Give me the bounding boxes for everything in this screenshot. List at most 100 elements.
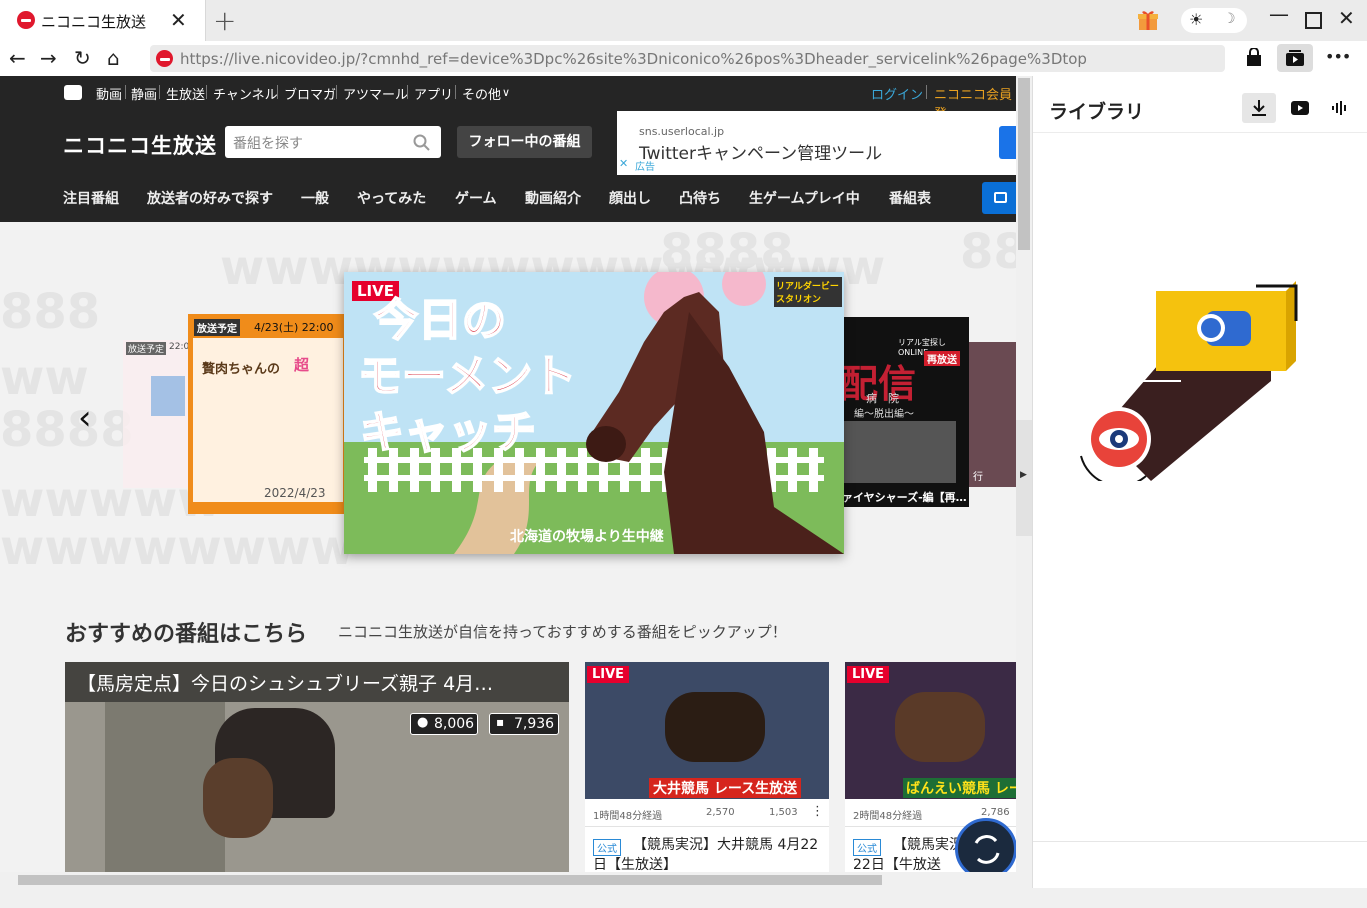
person-icon: ●	[417, 715, 429, 730]
nav-seiga[interactable]: 静画	[131, 84, 157, 103]
elapsed-time: 1時間48分経過	[593, 811, 663, 822]
back-icon[interactable]: ←	[9, 46, 26, 70]
nav-live[interactable]: 生放送	[166, 84, 205, 103]
category-preferences[interactable]: 放送者の好みで探す	[147, 188, 273, 208]
nav-app[interactable]: アプリ	[414, 84, 453, 103]
carousel-card-far-left[interactable]: 放送予定 22:0	[123, 340, 193, 488]
theme-toggle[interactable]: ☀ ☽	[1181, 8, 1247, 33]
carousel-card-center[interactable]: LIVE 今日の モーメント キャッチ リアルダービースタリオン 北海道の牧場よ…	[344, 272, 844, 554]
carousel-card-right[interactable]: リアル宝探しONLINE 再放送 配信 病 院 編～脱出編～ ァイヤシャーズ-編…	[838, 317, 969, 507]
search-input[interactable]: 番組を探す	[225, 126, 441, 158]
watermark: ww	[0, 350, 89, 406]
sidebar-title: ライブラリ	[1049, 101, 1145, 123]
category-totsumachi[interactable]: 凸待ち	[679, 188, 721, 208]
rebroadcast-badge: 再放送	[924, 351, 960, 366]
new-tab-button[interactable]: +	[213, 4, 236, 37]
card-menu-icon[interactable]: ⋮	[811, 804, 824, 819]
nav-douga[interactable]: 動画	[96, 84, 122, 103]
broadcast-button[interactable]	[982, 182, 1016, 214]
fence-picket	[788, 448, 797, 492]
recommend-subheading: ニコニコ生放送が自信を持っておすすめする番組をピックアップ！	[338, 623, 787, 641]
elapsed-time: 2時間48分経過	[853, 811, 923, 822]
download-icon	[1252, 100, 1266, 116]
program-title: 【競馬実況】大井競馬 4月22日【生放送】	[593, 837, 819, 872]
comment-count: 1,503	[769, 807, 798, 818]
watermark: 8888	[0, 402, 134, 458]
category-featured[interactable]: 注目番組	[63, 188, 119, 208]
featured-program-card[interactable]: 【馬房定点】今日のシュシュブリーズ親子 4月… ● 8,006 ▪ 7,936	[65, 662, 569, 872]
video-tab-icon[interactable]	[1291, 101, 1309, 115]
category-schedule[interactable]: 番組表	[889, 188, 931, 208]
recommend-heading: おすすめの番組はこちら	[65, 622, 308, 647]
search-icon[interactable]	[413, 134, 430, 151]
minimize-button[interactable]: —	[1269, 2, 1289, 26]
category-gameplay[interactable]: 生ゲームプレイ中	[749, 188, 860, 208]
tab-title: ニコニコ生放送	[41, 13, 147, 31]
library-toolbar-button[interactable]	[1277, 44, 1313, 72]
nav-blomaga[interactable]: ブロマガ	[284, 84, 336, 103]
home-icon[interactable]: ⌂	[107, 46, 120, 70]
vertical-scrollbar[interactable]: ▶	[1016, 76, 1032, 888]
carousel-prev-button[interactable]: ‹	[78, 398, 92, 438]
card-title: 贅肉ちゃんの	[202, 362, 281, 377]
url-text: https://live.nicovideo.jp/?cmnhd_ref=dev…	[180, 50, 1087, 68]
tab-bar: ニコニコ生放送 ✕ + ☀ ☽ — ✕	[0, 0, 1367, 41]
address-bar[interactable]: https://live.nicovideo.jp/?cmnhd_ref=dev…	[150, 45, 1225, 72]
watermark: wwwwwwww	[0, 520, 355, 576]
moon-icon: ☽	[1223, 11, 1236, 27]
category-general[interactable]: 一般	[301, 188, 329, 208]
login-link[interactable]: ログイン	[871, 84, 923, 103]
sidebar-collapse-handle[interactable]: ▶	[1016, 420, 1032, 536]
scrollbar-thumb[interactable]	[18, 875, 882, 885]
library-empty-illustration	[1080, 281, 1298, 481]
niconico-tv-icon[interactable]	[64, 85, 82, 100]
category-game[interactable]: ゲーム	[455, 188, 497, 208]
ad-arrow-button[interactable]	[999, 126, 1016, 159]
site-logo[interactable]: ニコニコ生放送	[63, 130, 217, 160]
fence-picket	[557, 448, 566, 492]
program-banner: 大井競馬 レース生放送	[649, 778, 802, 798]
schedule-badge: 放送予定	[126, 342, 167, 355]
viewer-count: ● 8,006	[410, 713, 478, 735]
gift-icon[interactable]	[1137, 9, 1159, 31]
following-programs-button[interactable]: フォロー中の番組	[457, 126, 592, 158]
arrow-right-icon: ▶	[1020, 470, 1027, 480]
horizontal-scrollbar[interactable]	[0, 872, 1016, 888]
ad-close-icon[interactable]: ✕	[619, 157, 628, 170]
category-video-intro[interactable]: 動画紹介	[525, 188, 581, 208]
forward-icon[interactable]: →	[40, 46, 57, 70]
lock-icon[interactable]	[1246, 47, 1262, 66]
card-caption: ァイヤシャーズ-編【再…	[842, 491, 967, 504]
nav-other[interactable]: その他	[462, 84, 501, 103]
floating-download-button[interactable]	[955, 818, 1016, 872]
tab-close-icon[interactable]: ✕	[170, 8, 187, 32]
download-tab[interactable]	[1242, 93, 1276, 123]
ad-label: 広告	[635, 162, 655, 173]
schedule-time: 22:0	[169, 342, 190, 352]
maximize-button[interactable]	[1305, 12, 1322, 29]
scrollbar-thumb[interactable]	[1018, 78, 1030, 250]
category-face[interactable]: 顔出し	[609, 188, 651, 208]
card-tag: 超	[294, 356, 310, 374]
reload-icon[interactable]: ↻	[74, 46, 91, 70]
address-toolbar: ← → ↻ ⌂ https://live.nicovideo.jp/?cmnhd…	[0, 41, 1367, 76]
live-badge: LIVE	[587, 666, 630, 683]
card-sub2: 編～脱出編～	[854, 409, 914, 420]
nav-channel[interactable]: チャンネル	[213, 84, 278, 103]
browser-tab[interactable]: ニコニコ生放送 ✕	[0, 0, 206, 41]
audio-tab-icon[interactable]	[1332, 101, 1348, 115]
nav-atsumaru[interactable]: アツマール	[343, 84, 408, 103]
close-window-button[interactable]: ✕	[1338, 6, 1355, 30]
search-placeholder: 番組を探す	[233, 136, 303, 152]
ad-banner[interactable]: sns.userlocal.jp Twitterキャンペーン管理ツール ✕ 広告	[617, 111, 1016, 175]
comment-count: ▪ 7,936	[489, 713, 559, 735]
program-card-ooi[interactable]: LIVE 大井競馬 レース生放送 1時間48分経過 2,570 1,503 ⋮ …	[585, 662, 829, 872]
comment-count-value: 7,936	[514, 716, 555, 732]
more-menu-icon[interactable]: •••	[1325, 47, 1351, 66]
viewer-count-value: 8,006	[434, 716, 475, 732]
category-tried[interactable]: やってみた	[357, 188, 426, 208]
carousel-card-left[interactable]: 放送予定 4/23(土) 22:00 贅肉ちゃんの 超 2022/4/23	[188, 314, 348, 514]
carousel-card-far-right[interactable]: 行	[969, 342, 1016, 487]
fence-picket	[536, 448, 545, 492]
library-sidebar: ライブラリ	[1032, 76, 1367, 888]
